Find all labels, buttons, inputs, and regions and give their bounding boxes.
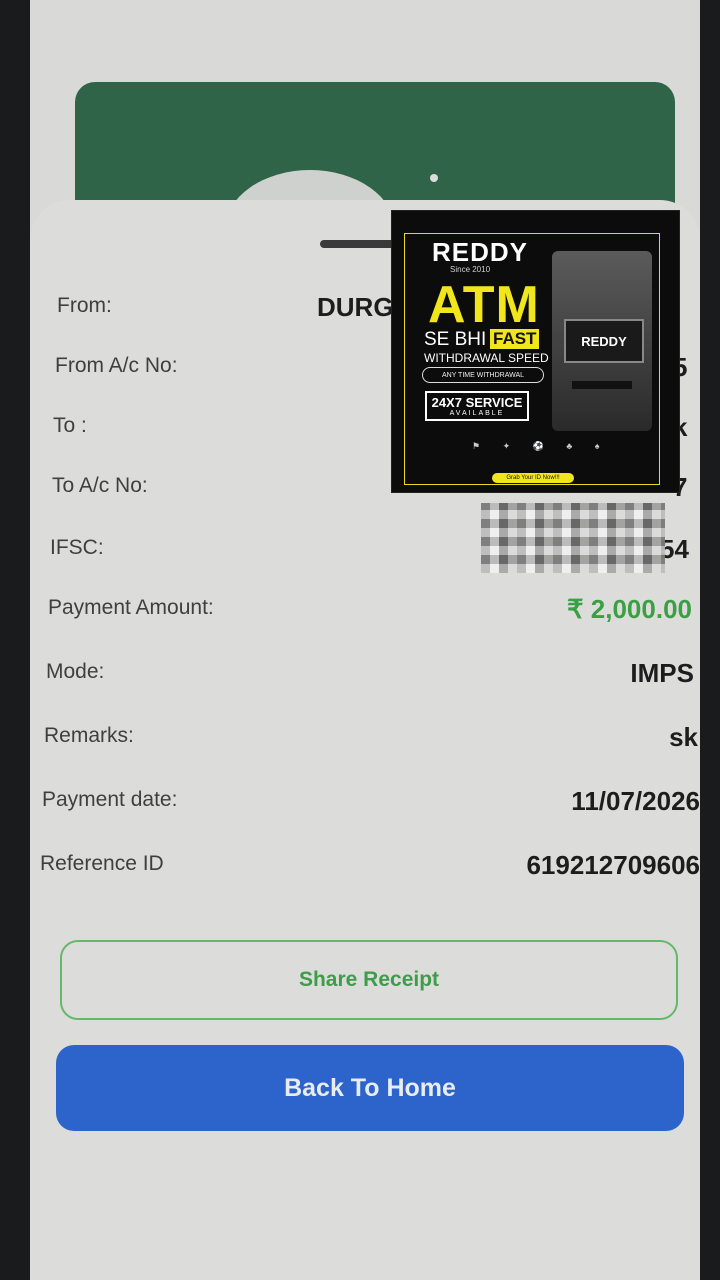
payment-date-label: Payment date: (42, 788, 178, 811)
row-reference-id: Reference ID 619212709606 (30, 850, 700, 892)
row-amount: Payment Amount: ₹ 2,000.00 (30, 594, 700, 636)
header-dot (430, 174, 438, 182)
payment-date-value: 11/07/2026 (571, 786, 700, 816)
amount-value: ₹ 2,000.00 (567, 594, 692, 624)
row-mode: Mode: IMPS (30, 658, 700, 700)
ad-fast-badge: FAST (490, 329, 540, 349)
phone-screen: From: DURG From A/c No: 5 To : k To A/c … (30, 0, 700, 1280)
from-value: DURG (317, 292, 394, 322)
ifsc-label: IFSC: (50, 536, 104, 559)
mode-label: Mode: (46, 660, 105, 683)
to-label: To : (53, 414, 87, 437)
atm-machine-icon: REDDY (552, 251, 652, 431)
mode-value: IMPS (630, 658, 694, 688)
from-account-label: From A/c No: (55, 354, 178, 377)
remarks-label: Remarks: (44, 724, 134, 747)
to-account-label: To A/c No: (52, 474, 148, 497)
ad-service-sub: AVAILABLE (449, 410, 505, 417)
sports-icons: ⚑ ✦ ⚽ ♣ ♠ (472, 441, 610, 451)
amount-label: Payment Amount: (48, 596, 214, 619)
advertisement-overlay[interactable]: REDDY Since 2010 ATM SE BHI FAST WITHDRA… (391, 210, 680, 493)
ad-pill: ANY TIME WITHDRAWAL (422, 367, 544, 383)
ad-service-box: 24X7 SERVICE AVAILABLE (425, 391, 529, 421)
back-to-home-button[interactable]: Back To Home (56, 1045, 684, 1131)
redacted-pixelation (481, 503, 665, 573)
ad-line1: SE BHI (424, 329, 487, 350)
reference-id-value: 619212709606 (526, 850, 700, 880)
ad-service-text: 24X7 SERVICE (431, 395, 523, 410)
row-remarks: Remarks: sk (30, 722, 700, 764)
ad-brand-logo: REDDY (432, 237, 529, 267)
ad-headline: ATM (428, 276, 540, 334)
ad-cta-button[interactable]: Grab Your ID Now!!! (492, 473, 574, 483)
ad-line2: WITHDRAWAL SPEED (424, 351, 549, 365)
share-receipt-button[interactable]: Share Receipt (60, 940, 678, 1020)
ad-brand-sub: Since 2010 (450, 265, 491, 274)
remarks-value: sk (669, 722, 698, 752)
row-payment-date: Payment date: 11/07/2026 (30, 786, 700, 828)
atm-screen-brand: REDDY (564, 319, 644, 363)
from-label: From: (57, 294, 112, 317)
atm-slot (572, 381, 632, 389)
reference-id-label: Reference ID (40, 852, 164, 875)
